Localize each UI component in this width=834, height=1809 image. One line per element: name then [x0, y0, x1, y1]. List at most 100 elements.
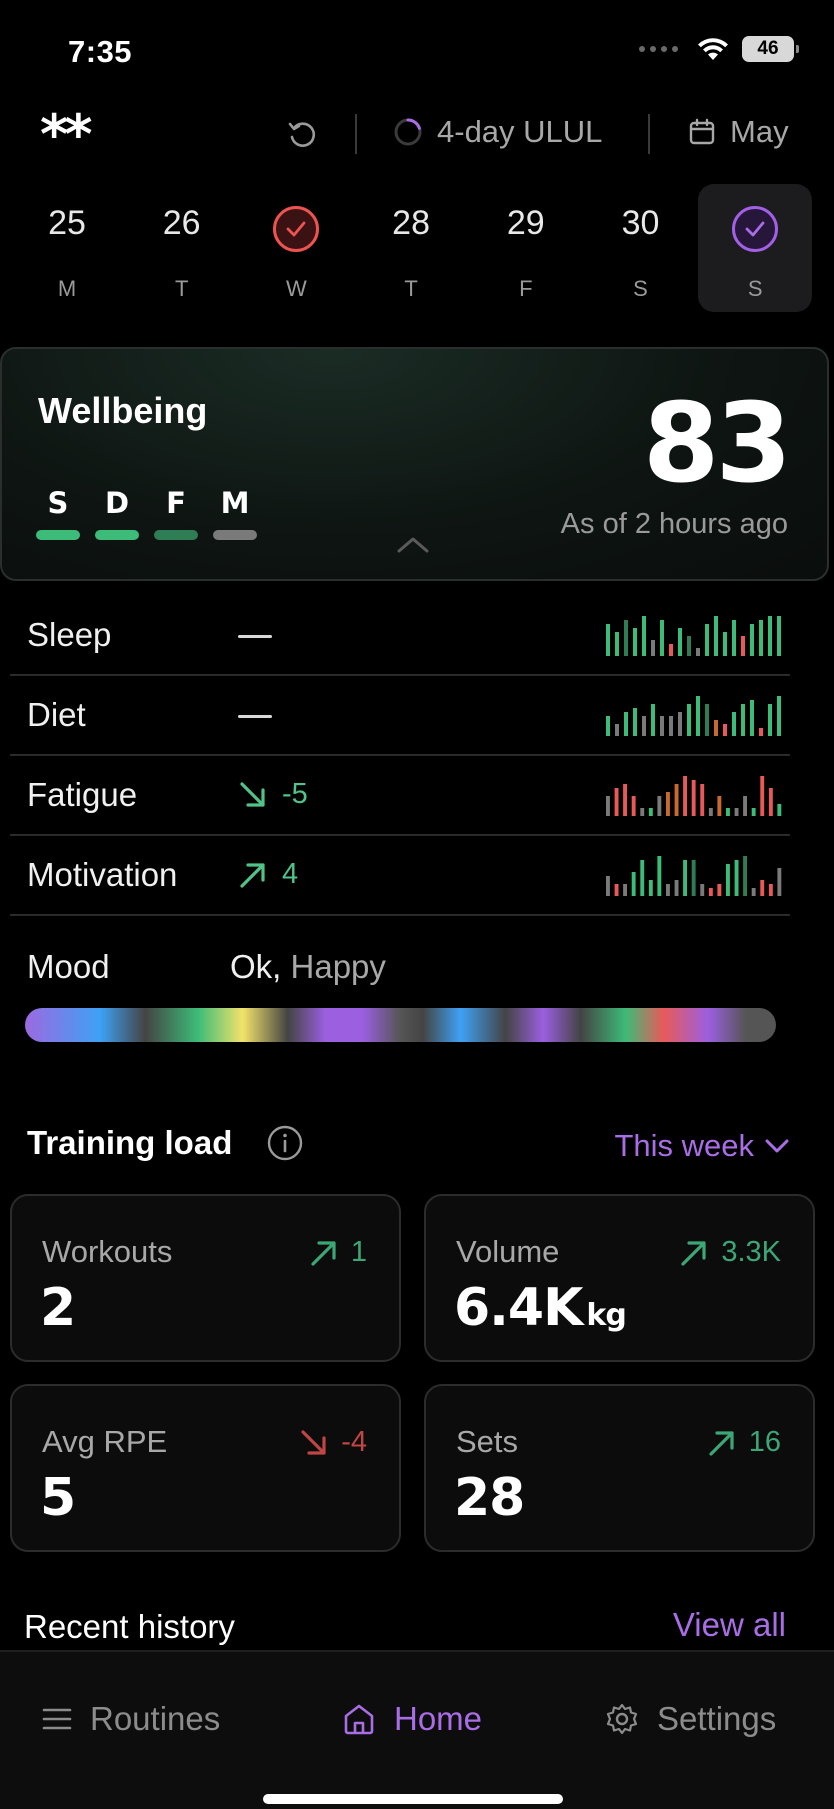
stat-unit: kg	[586, 1298, 626, 1333]
day-number: 28	[392, 204, 430, 242]
home-icon	[344, 1704, 374, 1735]
day-weekday: S	[633, 276, 648, 301]
sparkline-bar	[678, 628, 682, 656]
status-time: 7:35	[68, 34, 133, 69]
sparkline-bar	[640, 860, 645, 896]
battery-indicator: 46	[742, 36, 799, 62]
sparkline-bar	[633, 708, 637, 736]
sparkline-bar	[696, 696, 700, 736]
day-28[interactable]: 28 T	[354, 184, 468, 312]
day-27[interactable]: W	[239, 184, 353, 312]
factor-letter: M	[220, 486, 250, 520]
stat-card-avg-rpe[interactable]: Avg RPE 5 -4	[10, 1384, 401, 1552]
arrow-up-right-icon	[709, 1430, 734, 1456]
stat-delta: -4	[299, 1426, 367, 1459]
mood-primary: Ok,	[230, 948, 282, 985]
sparkline-bar	[606, 624, 610, 656]
stat-label: Sets	[456, 1424, 519, 1459]
arrow-down-right-icon	[301, 1429, 326, 1455]
metric-row-motivation[interactable]: Motivation 4	[10, 836, 790, 916]
no-change-dash	[238, 635, 272, 638]
month-selector[interactable]: May	[688, 114, 789, 150]
stat-card-workouts[interactable]: Workouts 2 1	[10, 1194, 401, 1362]
stat-delta-value: -4	[341, 1426, 367, 1458]
day-number: 29	[506, 204, 545, 242]
nav-routines[interactable]: Routines	[42, 1700, 220, 1738]
day-weekday: T	[404, 276, 418, 301]
view-all-link[interactable]: View all	[673, 1606, 786, 1644]
program-selector[interactable]: 4-day ULUL	[393, 114, 602, 150]
no-change-dash	[238, 715, 272, 718]
day-29[interactable]: 29 F	[469, 184, 583, 312]
metric-label: Sleep	[27, 616, 112, 653]
arrow-up-right-icon	[681, 1240, 706, 1266]
cellular-signal-icon	[639, 46, 678, 52]
sparkline-bar	[624, 620, 628, 656]
stat-label: Avg RPE	[42, 1424, 168, 1459]
sparkline-bar	[657, 856, 662, 896]
sparkline-bar	[615, 632, 619, 656]
metric-trend: -5	[238, 778, 308, 811]
sparkline-bar	[623, 884, 627, 896]
day-weekday: T	[174, 276, 189, 301]
sparkline-bar	[732, 620, 736, 656]
period-dropdown[interactable]: This week	[614, 1128, 790, 1164]
mood-history-bar[interactable]	[25, 1008, 776, 1042]
metric-row-fatigue[interactable]: Fatigue -5	[10, 756, 790, 836]
chevron-up-icon[interactable]	[396, 534, 430, 554]
sparkline-bar	[714, 720, 718, 736]
day-weekday: S	[747, 276, 763, 301]
nav-settings[interactable]: Settings	[605, 1700, 776, 1738]
stat-delta: 3.3K	[679, 1236, 781, 1269]
sparkline-bar	[691, 780, 696, 816]
stat-value-wrap: 5	[40, 1468, 76, 1528]
gear-icon	[606, 1703, 638, 1735]
day-25[interactable]: 25 M	[10, 184, 124, 312]
stat-label: Workouts	[42, 1234, 173, 1269]
stat-delta: 1	[309, 1236, 367, 1269]
wellbeing-factor: F	[154, 486, 198, 540]
sparkline-bar	[751, 888, 756, 896]
sparkline-bar	[760, 880, 765, 896]
metric-sparkline	[606, 616, 781, 656]
sparkline-bar	[606, 876, 610, 896]
sparkline-bar	[734, 808, 739, 816]
factor-letter: D	[104, 486, 130, 520]
day-26[interactable]: 26 T	[125, 184, 239, 312]
stat-card-sets[interactable]: Sets 28 16	[424, 1384, 815, 1552]
sparkline-bar	[759, 620, 763, 656]
period-label: This week	[614, 1128, 754, 1163]
metric-row-diet[interactable]: Diet	[10, 676, 790, 756]
stat-delta-value: 16	[748, 1426, 781, 1458]
metric-label: Fatigue	[27, 776, 138, 813]
mood-secondary: Happy	[290, 948, 386, 985]
sparkline-bar	[714, 616, 718, 656]
sparkline-bar	[750, 700, 754, 736]
sparkline-bar	[606, 796, 610, 816]
day-30[interactable]: 30 S	[584, 184, 698, 312]
stat-value-wrap: 6.4K kg	[454, 1278, 627, 1338]
sparkline-bar	[734, 860, 739, 896]
nav-routines-label: Routines	[90, 1700, 221, 1737]
metric-sparkline	[606, 696, 781, 736]
stat-card-volume[interactable]: Volume 6.4K kg 3.3K	[424, 1194, 815, 1362]
sparkline-bar	[669, 644, 673, 656]
metric-row-sleep[interactable]: Sleep	[10, 596, 790, 676]
info-icon[interactable]	[266, 1124, 304, 1162]
stat-delta-value: 1	[350, 1236, 367, 1268]
metric-label: Motivation	[27, 856, 178, 893]
sparkline-bar	[768, 616, 772, 656]
nav-home[interactable]: Home	[342, 1700, 482, 1738]
sparkline-bar	[777, 868, 782, 896]
list-icon	[42, 1708, 72, 1730]
reset-icon[interactable]	[285, 118, 319, 152]
sparkline-bar	[760, 776, 765, 816]
nav-settings-label: Settings	[657, 1700, 777, 1737]
day-31[interactable]: S	[698, 184, 813, 312]
sparkline-bar	[631, 872, 636, 896]
sparkline-bar	[648, 808, 653, 816]
nav-home-label: Home	[394, 1700, 483, 1737]
wellbeing-factor: D	[95, 486, 139, 540]
check-icon	[273, 206, 320, 252]
sparkline-bar	[705, 704, 709, 736]
